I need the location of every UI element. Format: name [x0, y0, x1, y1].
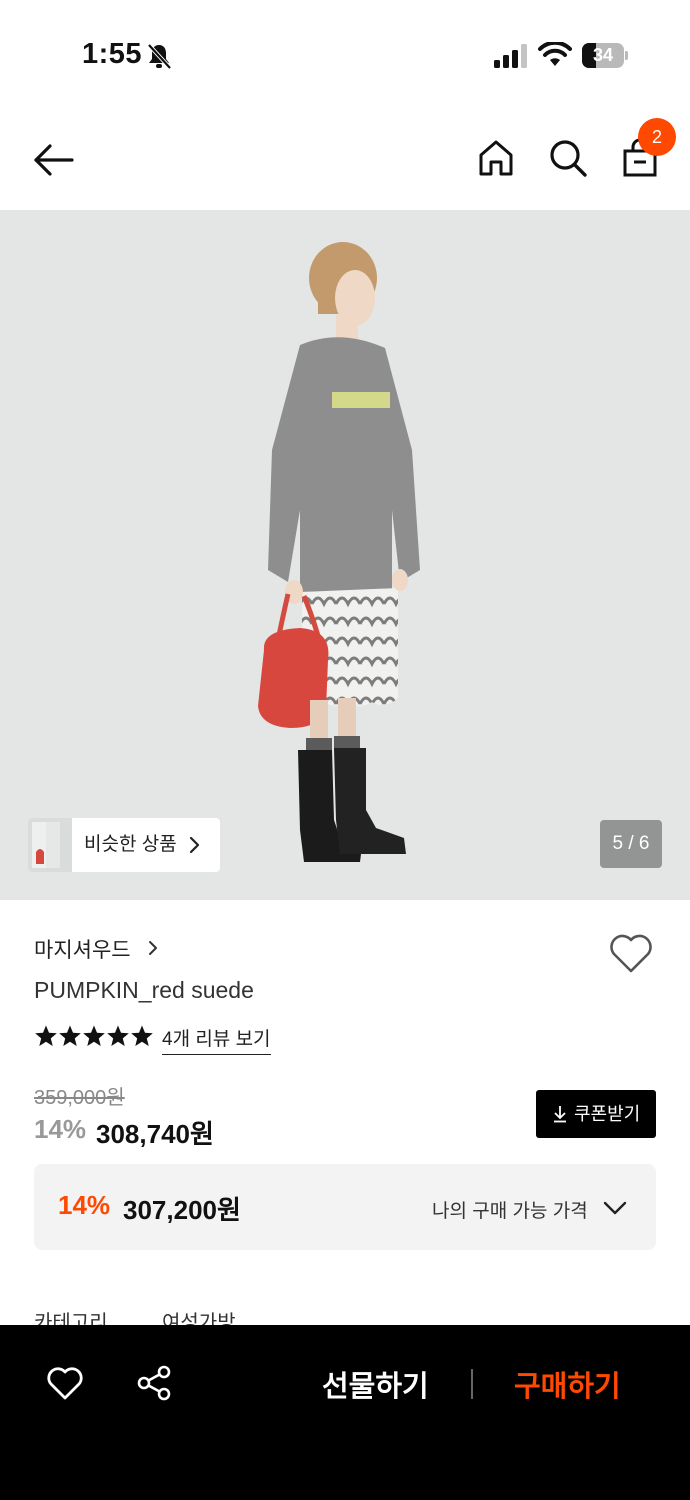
bell-muted-icon	[147, 43, 172, 70]
chevron-down-icon	[603, 1201, 627, 1215]
share-icon[interactable]	[136, 1365, 172, 1401]
heart-icon[interactable]	[46, 1365, 84, 1401]
coupon-button[interactable]: 쿠폰받기	[536, 1090, 656, 1138]
home-icon[interactable]	[476, 138, 516, 178]
my-discount-rate: 14%	[58, 1190, 111, 1220]
download-icon	[554, 1106, 566, 1123]
product-photo	[0, 210, 690, 900]
image-page-indicator: 5 / 6	[600, 820, 662, 868]
bottom-action-bar: 선물하기 구매하기	[0, 1325, 690, 1500]
wifi-icon	[538, 42, 572, 66]
original-price: 359,000원	[34, 1087, 125, 1109]
my-price-label: 나의 구매 가능 가격	[432, 1201, 588, 1222]
top-nav: 2	[0, 110, 690, 210]
status-time: 1:55	[82, 38, 143, 70]
similar-products-label: 비슷한 상품	[84, 834, 177, 855]
sale-price: 308,740원	[96, 1119, 214, 1149]
button-divider	[471, 1369, 473, 1399]
star-icon	[59, 1025, 81, 1046]
product-image-carousel[interactable]: 비슷한 상품 5 / 6	[0, 210, 690, 900]
search-icon[interactable]	[548, 138, 588, 178]
coupon-label: 쿠폰받기	[574, 1104, 641, 1124]
star-icon	[131, 1025, 153, 1046]
battery-indicator: 34	[582, 43, 628, 68]
buy-button[interactable]: 구매하기	[514, 1363, 621, 1405]
similar-products-button[interactable]: 비슷한 상품	[28, 818, 220, 872]
discount-rate: 14%	[34, 1114, 87, 1144]
star-icon	[35, 1025, 57, 1046]
chevron-right-icon	[189, 836, 200, 854]
back-arrow-icon[interactable]	[32, 138, 76, 182]
status-bar: 1:55 34	[0, 0, 690, 110]
my-price-dropdown[interactable]: 14% 307,200원 나의 구매 가능 가격	[34, 1164, 656, 1250]
gift-button[interactable]: 선물하기	[322, 1363, 429, 1405]
my-price: 307,200원	[123, 1195, 241, 1225]
similar-product-thumbnail	[28, 818, 72, 872]
product-name: PUMPKIN_red suede	[34, 977, 254, 1003]
star-icon	[83, 1025, 105, 1046]
review-link[interactable]: 4개 리뷰 보기	[162, 1024, 271, 1055]
cart-count-badge: 2	[638, 118, 676, 156]
brand-link[interactable]: 마지셔우드	[34, 934, 131, 964]
chevron-right-icon	[149, 941, 157, 955]
signal-icon	[494, 44, 527, 68]
heart-icon[interactable]	[608, 932, 654, 974]
star-icon	[107, 1025, 129, 1046]
battery-percentage: 34	[592, 45, 614, 65]
